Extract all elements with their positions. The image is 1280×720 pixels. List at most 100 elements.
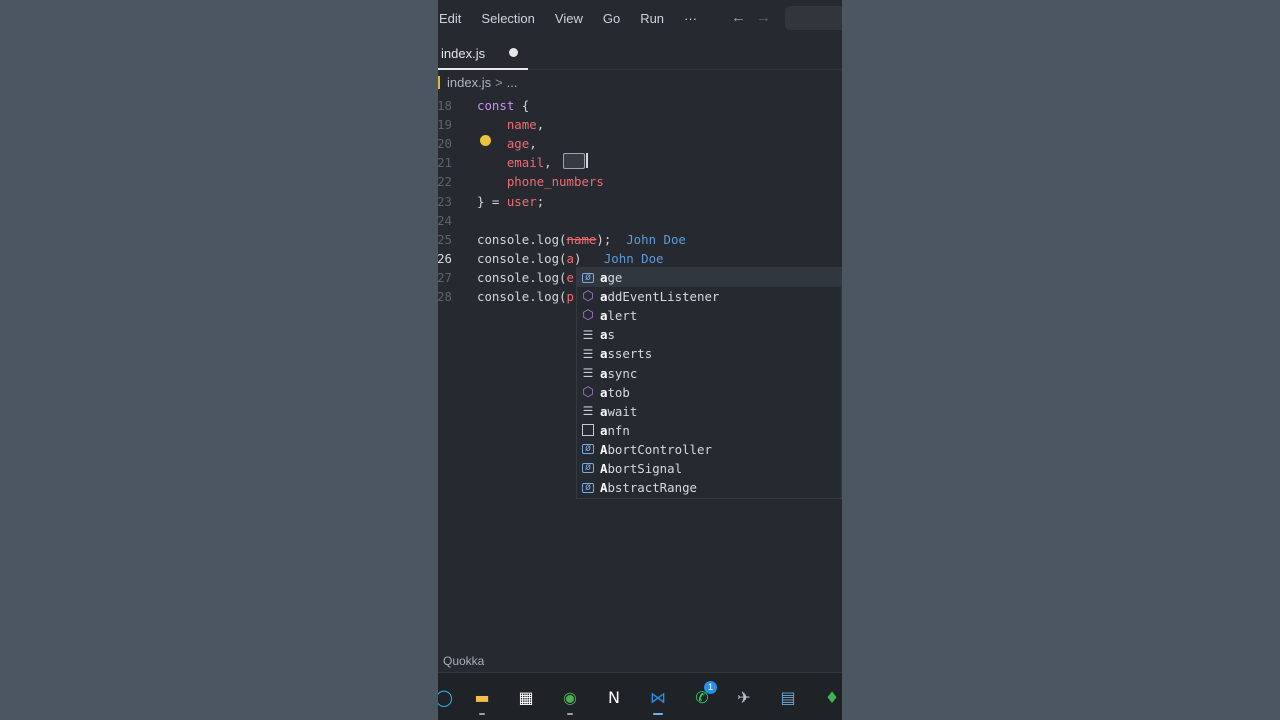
- line-number: 21: [438, 155, 452, 171]
- lightbulb-icon[interactable]: [480, 135, 491, 146]
- code-token: console.log(: [477, 269, 567, 285]
- menu-bar: Edit Selection View Go Run ··· ← →: [438, 0, 842, 36]
- status-bar: Quokka: [438, 652, 842, 672]
- suggestion-item[interactable]: ø AbortController: [577, 440, 841, 459]
- js-file-icon: [438, 75, 440, 89]
- code-token: age: [506, 136, 530, 152]
- menu-view[interactable]: View: [555, 11, 583, 26]
- cortana-icon[interactable]: ◯: [438, 685, 456, 709]
- windows-taskbar: ◯ ▬ ▦ ◉ N ⋈ ✆ ✈ ▤ ♦ 1: [438, 672, 842, 720]
- chrome-icon[interactable]: ◉: [558, 685, 582, 709]
- suggestion-label: await: [600, 403, 638, 419]
- menu-edit[interactable]: Edit: [439, 11, 461, 26]
- chevron-right-icon: >: [495, 74, 503, 90]
- suggestion-item[interactable]: ☰ as: [577, 325, 841, 344]
- line-number: 25: [438, 231, 452, 247]
- suggestion-item[interactable]: anfn: [577, 421, 841, 440]
- calculator-icon[interactable]: ▤: [776, 685, 800, 709]
- code-token: user: [506, 193, 537, 209]
- line-number: 20: [438, 136, 452, 152]
- notion-icon[interactable]: N: [602, 685, 626, 709]
- bracket-highlight: [563, 153, 585, 169]
- code-token: ;: [536, 193, 545, 209]
- forward-arrow-icon[interactable]: →: [756, 9, 771, 26]
- line-number: 18: [438, 98, 452, 113]
- vscode-window: Edit Selection View Go Run ··· ← → index…: [438, 0, 842, 720]
- keyword-icon: ☰: [582, 404, 594, 419]
- suggestion-item[interactable]: ø AbortSignal: [577, 459, 841, 478]
- suggestion-item[interactable]: ☰ asserts: [577, 344, 841, 363]
- line-number: 26: [438, 250, 452, 266]
- file-explorer-icon[interactable]: ▬: [470, 685, 494, 709]
- code-text: name,: [477, 115, 544, 134]
- code-line[interactable]: 18 const {: [438, 96, 842, 115]
- suggestion-label: AbortController: [600, 441, 712, 457]
- method-icon: ⬡: [582, 308, 594, 324]
- code-line[interactable]: 22 phone_numbers: [438, 172, 842, 191]
- code-token: console.log(: [477, 289, 567, 304]
- suggestion-item[interactable]: ⬡ alert: [577, 306, 841, 325]
- code-token: p: [566, 289, 574, 304]
- menu-selection[interactable]: Selection: [481, 11, 534, 26]
- unsaved-dot-icon[interactable]: [509, 48, 518, 57]
- method-icon: ⬡: [582, 384, 594, 400]
- vscode-icon[interactable]: ⋈: [646, 685, 670, 709]
- menu-run[interactable]: Run: [640, 11, 664, 26]
- mongodb-icon[interactable]: ♦: [820, 685, 842, 709]
- code-token: phone_numbers: [506, 174, 604, 190]
- suggestion-item[interactable]: ☰ await: [577, 402, 841, 421]
- suggestion-widget: ø age ⬡ addEventListener ⬡ alert ☰ as ☰ asserts ☰ a…: [576, 267, 842, 499]
- menu-more[interactable]: ···: [684, 11, 697, 26]
- code-text: console.log(a) John Doe: [477, 249, 664, 268]
- code-token: console.log(: [477, 231, 567, 247]
- variable-icon: ø: [581, 271, 595, 285]
- variable-icon: ø: [581, 442, 595, 456]
- breadcrumb-more[interactable]: ...: [507, 75, 518, 90]
- code-line[interactable]: 24: [438, 211, 842, 230]
- code-token: email: [506, 155, 545, 171]
- suggestion-label: age: [600, 270, 623, 286]
- variable-icon: ø: [581, 461, 595, 475]
- code-line[interactable]: 21 email,: [438, 153, 842, 172]
- keyword-icon: ☰: [582, 327, 594, 342]
- suggestion-item[interactable]: ⬡ atob: [577, 383, 841, 402]
- microsoft-store-icon[interactable]: ▦: [514, 685, 538, 709]
- suggestion-label: alert: [600, 308, 638, 324]
- code-line[interactable]: 26 console.log(a) John Doe: [438, 249, 842, 268]
- quokka-inline-value: John Doe: [603, 250, 664, 266]
- suggestion-item[interactable]: ø age: [577, 268, 841, 288]
- suggestion-item[interactable]: ⬡ addEventListener: [577, 287, 841, 306]
- code-text: console.log(p: [477, 287, 574, 306]
- line-number: 24: [438, 212, 452, 228]
- suggestion-item[interactable]: ø AbstractRange: [577, 478, 841, 497]
- tab-index-js[interactable]: index.js: [438, 36, 528, 70]
- app-icon[interactable]: ✈: [732, 685, 756, 709]
- suggestion-label: atob: [600, 384, 630, 400]
- menu-go[interactable]: Go: [603, 11, 620, 26]
- code-text: console.log(e: [477, 268, 574, 287]
- running-indicator: [567, 713, 573, 715]
- code-token: ,: [529, 136, 537, 152]
- line-number: 23: [438, 193, 452, 209]
- code-token: ,: [536, 117, 545, 133]
- code-token: {: [521, 98, 530, 113]
- suggestion-label: AbortSignal: [600, 460, 683, 476]
- code-line[interactable]: 19 name,: [438, 115, 842, 134]
- code-token: ,: [544, 155, 552, 171]
- back-arrow-icon[interactable]: ←: [731, 9, 746, 26]
- suggestion-label: addEventListener: [600, 289, 720, 305]
- quokka-status[interactable]: Quokka: [443, 654, 484, 668]
- code-line[interactable]: 23} = user;: [438, 192, 842, 211]
- command-center-search[interactable]: [785, 6, 842, 30]
- notification-badge: 1: [704, 681, 717, 694]
- variable-icon: ø: [581, 481, 595, 495]
- code-token: ): [574, 250, 604, 266]
- suggestion-item[interactable]: ☰ async: [577, 363, 841, 382]
- running-indicator: [653, 713, 663, 715]
- breadcrumb-file[interactable]: index.js: [447, 75, 491, 90]
- code-line[interactable]: 25 console.log(name); John Doe: [438, 230, 842, 249]
- code-line[interactable]: 20 age,: [438, 134, 842, 153]
- code-text: const {: [477, 96, 529, 115]
- line-number: 28: [438, 289, 452, 304]
